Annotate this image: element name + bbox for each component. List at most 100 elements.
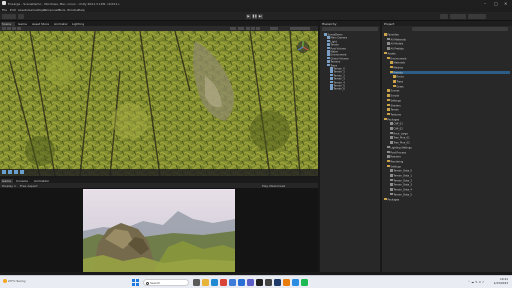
project-row[interactable]: Materials: [390, 61, 510, 64]
project-row[interactable]: Cliff_01: [390, 122, 510, 126]
lighting-toggle-icon[interactable]: [246, 27, 250, 30]
game-landscape-image: [83, 189, 235, 272]
project-row[interactable]: Readme: [387, 155, 510, 158]
system-tray-icons[interactable]: ⌃ ☁ ✎ ⊙ ♪: [468, 280, 484, 284]
teams-icon[interactable]: [247, 279, 254, 286]
layers-dropdown[interactable]: [450, 14, 466, 19]
minimize-button[interactable]: –: [484, 1, 486, 6]
display-dropdown[interactable]: Display 1: [2, 184, 16, 188]
gameobject-icon: [330, 73, 333, 77]
move-tool-icon[interactable]: [7, 27, 11, 30]
edge-icon[interactable]: [211, 279, 218, 286]
play-maximized-dropdown[interactable]: Play Maximized: [262, 184, 285, 188]
clock[interactable]: 10:41 1/23/2023: [494, 277, 508, 285]
cloud-icon[interactable]: [18, 14, 24, 19]
project-row[interactable]: Scripts: [387, 94, 510, 97]
project-row[interactable]: Tree_Pine_02: [390, 141, 510, 144]
folder-icon: [387, 164, 390, 168]
maximize-button[interactable]: □: [494, 1, 498, 6]
project-row[interactable]: All Prefabs: [387, 47, 510, 50]
mail-icon[interactable]: [238, 279, 245, 286]
project-row[interactable]: Terrain_Data_4: [390, 188, 510, 191]
task-view-icon[interactable]: [193, 279, 200, 286]
project-row-label: Materials: [393, 61, 405, 65]
account-button[interactable]: [2, 14, 16, 19]
tab-scene[interactable]: Scene: [1, 21, 15, 26]
unity-hub-icon[interactable]: [256, 279, 263, 286]
project-row[interactable]: Terrain_Data_2: [390, 178, 510, 182]
project-row[interactable]: Favorites: [384, 33, 510, 36]
tab-asset-store[interactable]: Asset Store: [31, 22, 51, 26]
step-button[interactable]: ▶|: [258, 14, 263, 19]
project-row[interactable]: Rock_Large: [390, 131, 510, 135]
project-row[interactable]: Tree_Pine_01: [390, 136, 510, 140]
taskbar-search-input[interactable]: Search: [143, 279, 189, 286]
project-search-input[interactable]: [412, 27, 508, 31]
project-row[interactable]: Terrain_Data_5: [390, 192, 510, 196]
tab-game[interactable]: Game: [1, 178, 13, 183]
pause-button[interactable]: ❚❚: [252, 14, 257, 19]
2d-toggle-icon[interactable]: [238, 27, 244, 30]
project-row[interactable]: Trees: [393, 80, 510, 83]
store-icon[interactable]: [229, 279, 236, 286]
project-row[interactable]: Rocks: [393, 75, 510, 79]
tab-animator[interactable]: Animator: [53, 22, 69, 26]
project-row[interactable]: Cliff_02: [390, 127, 510, 130]
project-row[interactable]: Scenes: [387, 89, 510, 93]
chrome-icon[interactable]: [220, 279, 227, 286]
project-row[interactable]: Textures: [387, 112, 510, 116]
play-button[interactable]: ▶: [246, 14, 251, 19]
project-row[interactable]: Environment: [387, 56, 510, 60]
tab-lighting[interactable]: Lighting: [71, 22, 87, 26]
scene-viewport[interactable]: [0, 31, 318, 176]
hierarchy-search-input[interactable]: [322, 27, 378, 31]
scene-search-input[interactable]: [290, 27, 310, 30]
weather-widget[interactable]: 23°C Sunny: [3, 279, 26, 283]
hierarchy-row[interactable]: Terrain_6: [330, 87, 378, 91]
close-button[interactable]: ✕: [504, 1, 507, 6]
project-row[interactable]: Packages: [384, 117, 510, 121]
project-row[interactable]: Terrain_Data_0: [390, 169, 510, 173]
project-row[interactable]: Shaders: [387, 103, 510, 107]
project-row[interactable]: Terrain_Data_3: [390, 183, 510, 187]
project-row[interactable]: Terrain: [387, 108, 510, 111]
project-row[interactable]: Lighting Settings: [387, 145, 510, 149]
tab-animation[interactable]: Animation: [33, 179, 51, 183]
project-row[interactable]: Meshes: [390, 65, 510, 69]
project-row[interactable]: All Models: [387, 42, 510, 46]
project-row[interactable]: Grass: [393, 84, 510, 88]
file-explorer-icon[interactable]: [202, 279, 209, 286]
scene-gizmo-icon: [297, 41, 309, 53]
project-row[interactable]: Settings: [387, 164, 510, 168]
scale-tool-icon[interactable]: [17, 27, 21, 30]
vscode-icon[interactable]: [292, 279, 299, 286]
project-row[interactable]: Settings: [387, 98, 510, 102]
asset-icon: [387, 150, 390, 153]
asset-icon: [390, 131, 393, 135]
unity-icon[interactable]: [265, 279, 272, 286]
rotate-tool-icon[interactable]: [12, 27, 16, 30]
project-row[interactable]: Terrain_Data_1: [390, 174, 510, 177]
layout-dropdown[interactable]: [468, 14, 486, 19]
project-row[interactable]: Post Process: [387, 150, 510, 154]
gizmos-dropdown-icon[interactable]: [270, 27, 278, 30]
start-button[interactable]: [132, 279, 139, 286]
project-row[interactable]: Packages: [384, 197, 510, 201]
shading-mode-icon[interactable]: [230, 27, 236, 30]
blender-icon[interactable]: [283, 279, 290, 286]
search-icon[interactable]: [440, 14, 448, 19]
game-viewport[interactable]: [83, 189, 235, 272]
project-row[interactable]: Assets: [384, 51, 510, 55]
spotify-icon[interactable]: [301, 279, 308, 286]
folder-icon: [393, 80, 396, 83]
hand-tool-icon[interactable]: [2, 27, 6, 30]
tab-console[interactable]: Console: [15, 179, 31, 183]
effects-toggle-icon[interactable]: [256, 27, 260, 30]
project-row[interactable]: All Materials: [387, 37, 510, 41]
project-row[interactable]: Prefabs: [390, 70, 510, 74]
aspect-dropdown[interactable]: Free Aspect: [20, 184, 38, 188]
audio-toggle-icon[interactable]: [251, 27, 255, 30]
photoshop-icon[interactable]: [274, 279, 281, 286]
tab-game-top[interactable]: Game: [17, 22, 29, 26]
project-row[interactable]: Rendering: [387, 159, 510, 163]
